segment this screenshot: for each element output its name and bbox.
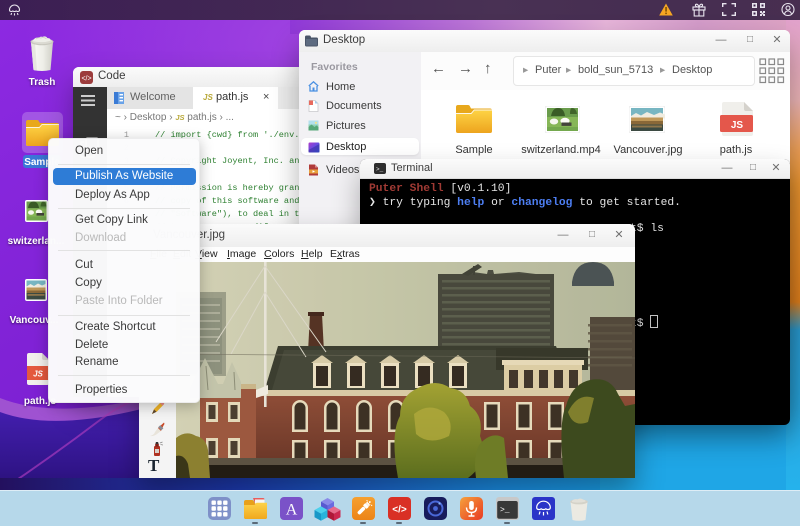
svg-text:JS: JS: [33, 370, 43, 379]
svg-text:>_: >_: [376, 166, 384, 173]
svg-text:JS: JS: [731, 120, 744, 131]
svg-text:A: A: [286, 502, 298, 519]
svg-text:</>: </>: [392, 505, 407, 516]
svg-text:>_: >_: [500, 506, 510, 515]
svg-text:</>: </>: [81, 76, 91, 83]
